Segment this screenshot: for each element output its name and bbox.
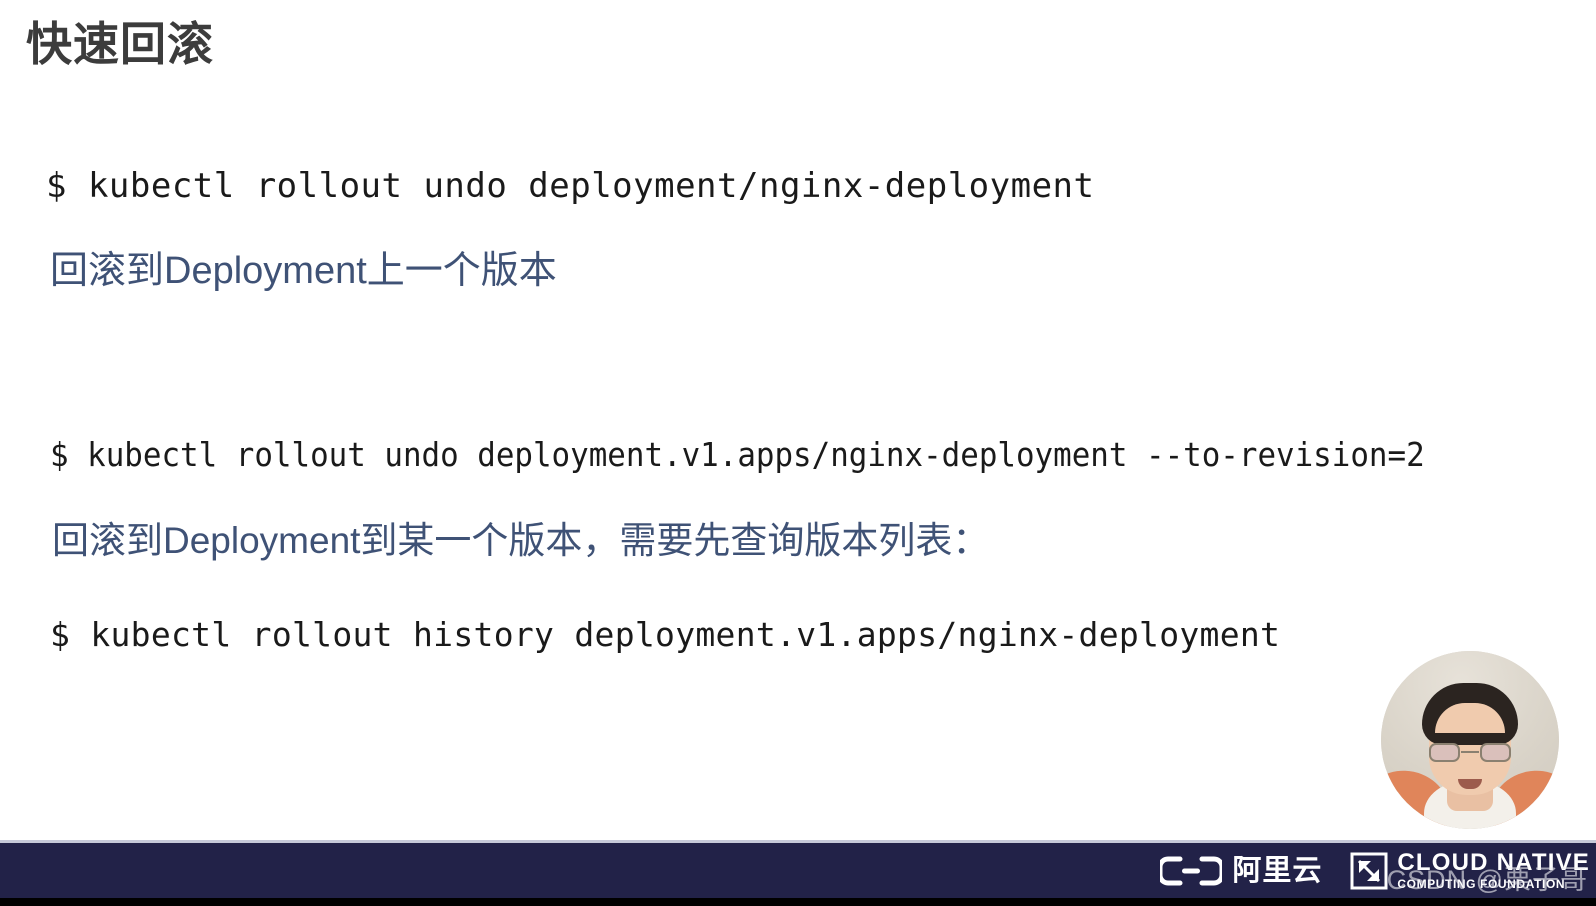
slide: 快速回滚 $ kubectl rollout undo deployment/n… — [0, 0, 1596, 906]
aliyun-bracket-icon — [1160, 856, 1223, 885]
note-line-1: 回滚到Deployment上一个版本 — [50, 250, 557, 292]
glasses-bridge — [1461, 751, 1479, 753]
cncf-square-icon — [1350, 852, 1388, 889]
cncf-logo: CLOUD NATIVE COMPUTING FOUNDATION — [1350, 851, 1590, 890]
cncf-subtitle: COMPUTING FOUNDATION — [1397, 877, 1566, 891]
aliyun-logo: 阿里云 — [1160, 855, 1322, 887]
cncf-title: CLOUD NATIVE — [1397, 849, 1590, 876]
footer-bottom-strip — [0, 898, 1596, 906]
cncf-logo-text: CLOUD NATIVE COMPUTING FOUNDATION — [1397, 849, 1590, 891]
glasses-lens-left — [1429, 743, 1460, 762]
aliyun-logo-text: 阿里云 — [1232, 853, 1323, 887]
note-line-2: 回滚到Deployment到某一个版本，需要先查询版本列表： — [52, 520, 990, 561]
footer-bar: 阿里云 CLOUD NATIVE COMPUTING FOUNDATION — [0, 840, 1596, 901]
command-line-2: $ kubectl rollout undo deployment.v1.app… — [50, 435, 1425, 474]
presenter-video-bubble[interactable] — [1381, 651, 1559, 829]
presenter-hair — [1422, 683, 1518, 745]
command-line-1: $ kubectl rollout undo deployment/nginx-… — [46, 166, 1095, 206]
footer-logos: 阿里云 CLOUD NATIVE COMPUTING FOUNDATION — [1160, 843, 1590, 898]
presenter-glasses — [1428, 743, 1512, 763]
page-title: 快速回滚 — [26, 18, 214, 70]
glasses-lens-right — [1480, 743, 1511, 762]
command-line-3: $ kubectl rollout history deployment.v1.… — [50, 615, 1281, 654]
